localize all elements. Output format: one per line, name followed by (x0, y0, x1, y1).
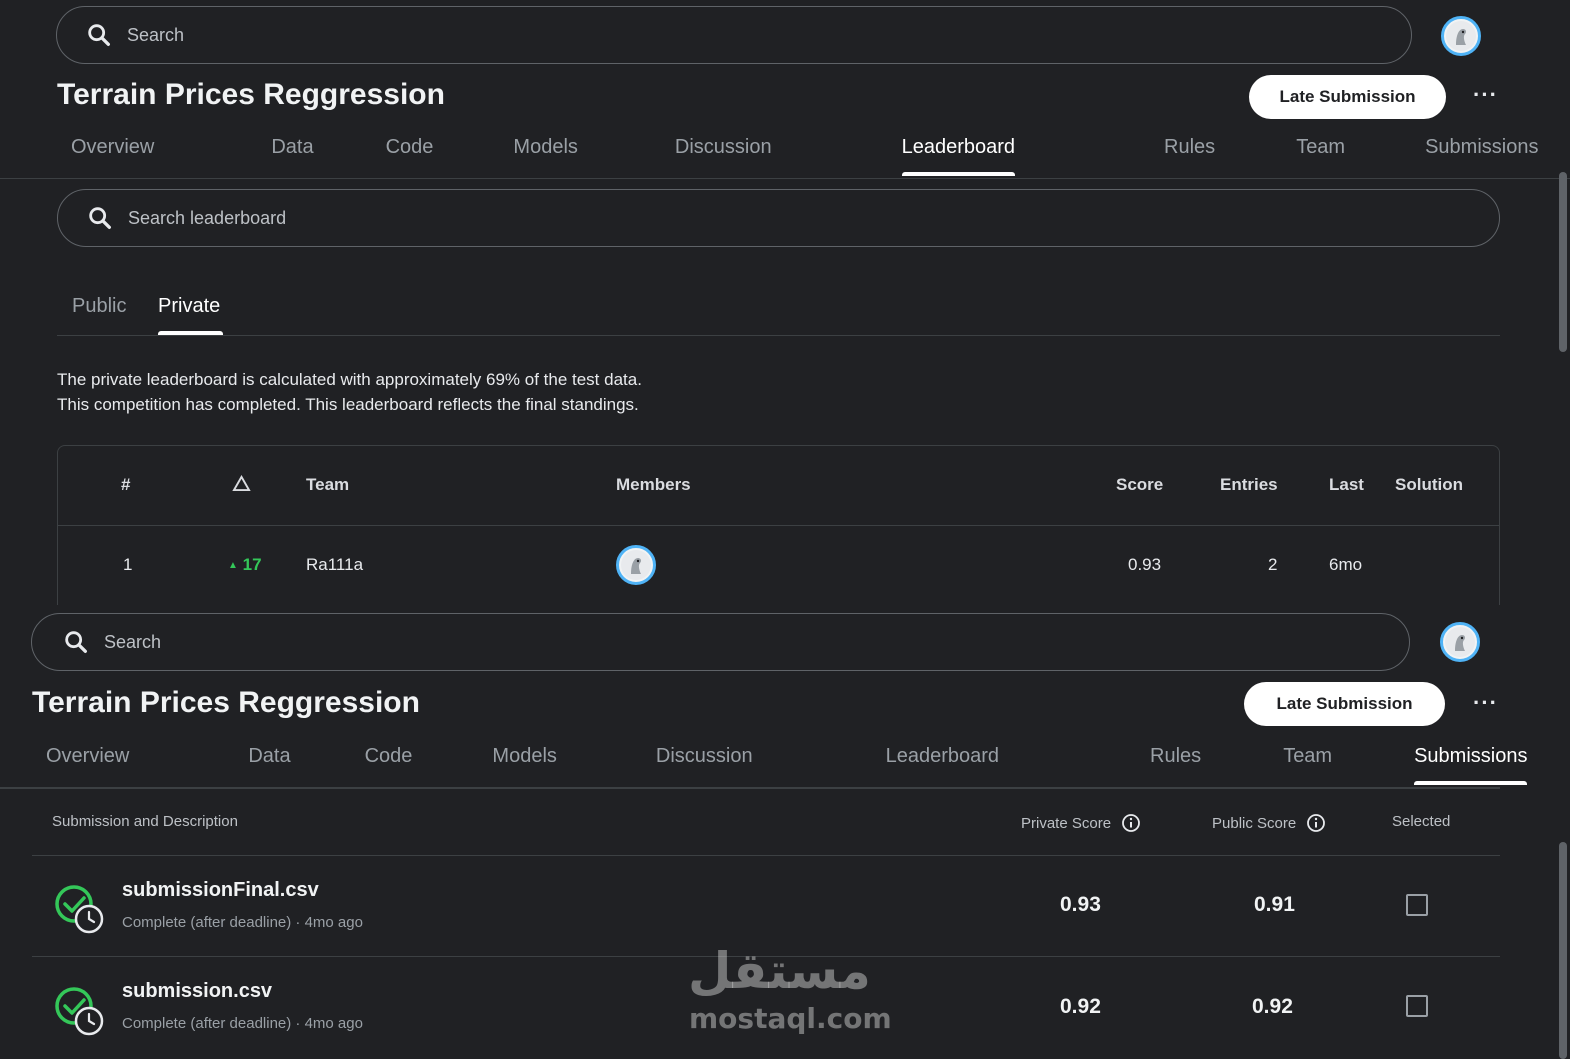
header-solution: Solution (1395, 475, 1463, 494)
leaderboard-description: The private leaderboard is calculated wi… (57, 367, 642, 417)
header-entries[interactable]: Entries (1220, 475, 1278, 495)
watermark-arabic: مستقل (688, 942, 871, 1000)
tab-code[interactable]: Code (365, 745, 413, 768)
description-line-2: This competition has completed. This lea… (57, 395, 639, 414)
tabs-divider (0, 178, 1570, 179)
submission-private-score: 0.93 (1060, 893, 1101, 916)
submission-file-name[interactable]: submission.csv (122, 980, 272, 1003)
table-header-divider (58, 525, 1499, 526)
member-avatar[interactable] (616, 545, 656, 585)
late-submission-button[interactable]: Late Submission (1244, 682, 1445, 726)
avatar-image (1446, 21, 1476, 51)
complete-late-status-icon (55, 885, 104, 934)
tab-discussion[interactable]: Discussion (656, 745, 753, 768)
submission-private-score: 0.92 (1060, 995, 1101, 1018)
row-entries: 2 (1268, 555, 1278, 574)
search-icon (65, 631, 87, 653)
page-title: Terrain Prices Reggression (32, 686, 420, 719)
top-scrollbar[interactable] (1559, 172, 1567, 352)
leaderboard-search[interactable]: Search leaderboard (57, 189, 1500, 247)
tab-code[interactable]: Code (386, 136, 434, 159)
avatar-image (1445, 627, 1475, 657)
bottom-search-bar[interactable]: Search (31, 613, 1410, 671)
header-members: Members (616, 475, 691, 494)
header-score[interactable]: Score (1116, 475, 1163, 495)
submissions-header-divider (32, 855, 1500, 856)
header-public-score: Public Score (1212, 813, 1326, 833)
submission-file-name[interactable]: submissionFinal.csv (122, 879, 319, 902)
search-icon (88, 24, 110, 46)
more-options-button[interactable]: ··· (1473, 82, 1498, 108)
header-private-score-label: Private Score (1021, 814, 1112, 832)
search-icon (89, 207, 111, 229)
top-search-bar[interactable]: Search (56, 6, 1412, 64)
user-avatar[interactable] (1441, 16, 1481, 56)
row-delta-value: 17 (242, 555, 262, 574)
subtabs-divider (57, 335, 1500, 336)
tab-submissions[interactable]: Submissions (1414, 745, 1528, 785)
late-submission-button[interactable]: Late Submission (1249, 75, 1446, 119)
user-avatar[interactable] (1440, 622, 1480, 662)
row-rank: 1 (123, 555, 133, 574)
submission-public-score: 0.92 (1252, 995, 1293, 1018)
tab-data[interactable]: Data (271, 136, 313, 159)
subtab-private[interactable]: Private (158, 295, 220, 318)
submission-public-score: 0.91 (1254, 893, 1295, 916)
tab-data[interactable]: Data (248, 745, 290, 768)
submission-selected-checkbox[interactable] (1406, 894, 1428, 916)
row-delta: ▲ 17 (228, 555, 262, 575)
header-selected: Selected (1392, 813, 1451, 830)
page-title: Terrain Prices Reggression (57, 78, 445, 111)
header-team[interactable]: Team (306, 475, 349, 495)
submission-status: Complete (after deadline) · 4mo ago (122, 914, 363, 931)
subtab-public[interactable]: Public (72, 295, 126, 318)
tab-rules[interactable]: Rules (1150, 745, 1201, 768)
header-public-score-label: Public Score (1212, 814, 1297, 832)
row-last: 6mo (1329, 555, 1363, 574)
tab-overview[interactable]: Overview (71, 136, 154, 159)
tabs-divider (0, 787, 1500, 789)
tab-leaderboard[interactable]: Leaderboard (886, 745, 999, 768)
description-line-1: The private leaderboard is calculated wi… (57, 370, 642, 389)
tab-team[interactable]: Team (1296, 136, 1345, 159)
bottom-scrollbar[interactable] (1559, 842, 1567, 1059)
tab-leaderboard[interactable]: Leaderboard (901, 136, 1016, 176)
tab-rules[interactable]: Rules (1164, 136, 1215, 159)
header-last[interactable]: Last (1329, 475, 1364, 495)
competition-tabs: Overview Data Code Models Discussion Lea… (0, 745, 1528, 785)
search-placeholder: Search (104, 631, 162, 652)
info-icon[interactable] (1306, 813, 1326, 833)
tab-submissions[interactable]: Submissions (1425, 136, 1538, 159)
header-private-score: Private Score (1021, 813, 1141, 833)
search-placeholder: Search (127, 24, 185, 45)
tab-overview[interactable]: Overview (46, 745, 129, 768)
tab-discussion[interactable]: Discussion (675, 136, 772, 159)
tab-models[interactable]: Models (513, 136, 577, 159)
up-arrow-icon: ▲ (228, 560, 238, 572)
complete-late-status-icon (55, 987, 104, 1036)
delta-triangle-icon[interactable] (232, 475, 251, 492)
tab-models[interactable]: Models (492, 745, 556, 768)
tab-team[interactable]: Team (1283, 745, 1332, 768)
leaderboard-search-placeholder: Search leaderboard (128, 207, 287, 228)
row-score: 0.93 (1128, 555, 1162, 574)
row-team[interactable]: Ra111a (306, 555, 363, 575)
submission-status: Complete (after deadline) · 4mo ago (122, 1015, 363, 1032)
submission-selected-checkbox[interactable] (1406, 995, 1428, 1017)
more-options-button[interactable]: ··· (1473, 690, 1498, 716)
info-icon[interactable] (1121, 813, 1141, 833)
header-submission-description: Submission and Description (52, 813, 238, 830)
avatar-image (621, 550, 651, 580)
competition-tabs: Overview Data Code Models Discussion Lea… (0, 136, 1538, 176)
watermark-latin: mostaql.com (689, 1002, 892, 1035)
header-rank[interactable]: # (121, 475, 130, 495)
